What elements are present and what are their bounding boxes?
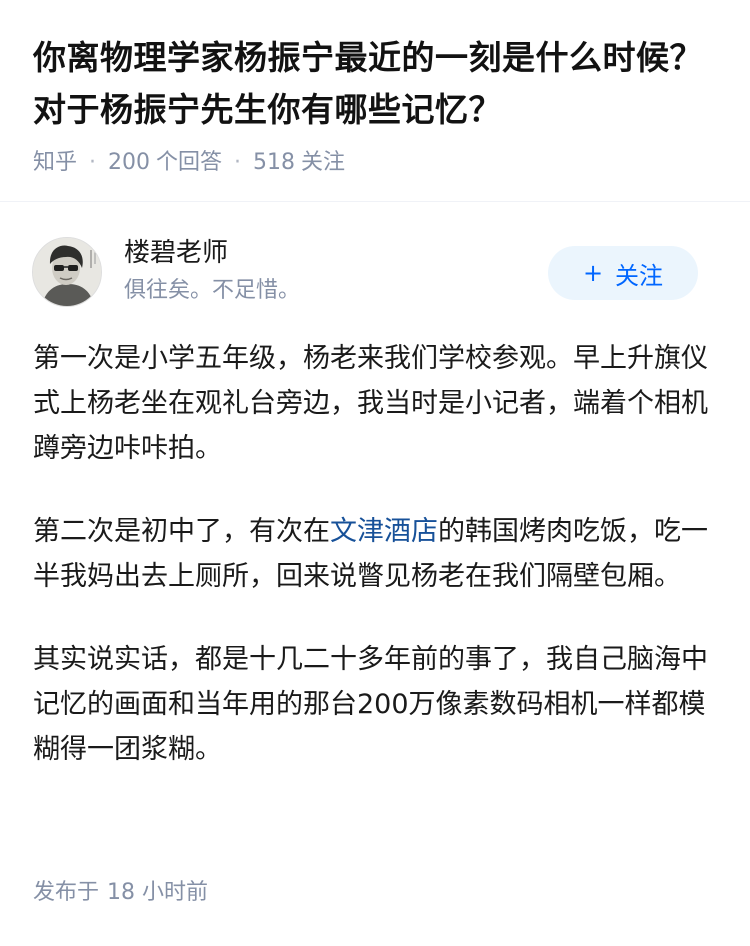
section-divider bbox=[0, 201, 750, 202]
separator-dot: · bbox=[89, 150, 97, 175]
follower-count: 518 bbox=[253, 150, 296, 175]
follow-button-label: 关注 bbox=[615, 261, 664, 290]
plus-icon: + bbox=[582, 259, 604, 287]
search-link-hotel[interactable]: 文津酒店 bbox=[330, 516, 438, 547]
answer-paragraph: 其实说实话，都是十几二十多年前的事了，我自己脑海中记忆的画面和当年用的那台200… bbox=[33, 644, 708, 765]
question-meta: 知乎 · 200 个回答 · 518 关注 bbox=[33, 146, 723, 180]
author-bio: 俱往矣。不足惜。 bbox=[124, 278, 301, 303]
follow-button[interactable]: + 关注 bbox=[548, 246, 698, 300]
publish-label: 发布于 bbox=[33, 880, 100, 905]
author-card: 楼碧老师 俱往矣。不足惜。 + 关注 bbox=[32, 237, 718, 309]
answer-content: 第一次是小学五年级，杨老来我们学校参观。早上升旗仪式上杨老坐在观礼台旁边，我当时… bbox=[33, 336, 723, 810]
paragraph-text: 第二次是初中了，有次在 bbox=[33, 516, 330, 547]
publish-info: 发布于 18 小时前 bbox=[33, 876, 208, 910]
author-name[interactable]: 楼碧老师 bbox=[124, 235, 228, 271]
question-header: 你离物理学家杨振宁最近的一刻是什么时候？对于杨振宁先生你有哪些记忆？ 知乎 · 20… bbox=[33, 32, 723, 180]
avatar-portrait-icon bbox=[33, 238, 101, 306]
publish-time: 18 小时前 bbox=[107, 880, 209, 905]
question-title[interactable]: 你离物理学家杨振宁最近的一刻是什么时候？对于杨振宁先生你有哪些记忆？ bbox=[33, 32, 723, 136]
follower-count-label: 关注 bbox=[301, 150, 346, 175]
avatar[interactable] bbox=[32, 237, 102, 307]
answer-count-label: 个回答 bbox=[156, 150, 223, 175]
separator-dot: · bbox=[234, 150, 242, 175]
site-name[interactable]: 知乎 bbox=[33, 150, 77, 175]
answer-paragraph: 第二次是初中了，有次在文津酒店的韩国烤肉吃饭，吃一半我妈出去上厕所，回来说瞥见杨… bbox=[33, 509, 723, 599]
answer-paragraph: 第一次是小学五年级，杨老来我们学校参观。早上升旗仪式上杨老坐在观礼台旁边，我当时… bbox=[33, 343, 708, 464]
answer-count: 200 bbox=[108, 150, 151, 175]
